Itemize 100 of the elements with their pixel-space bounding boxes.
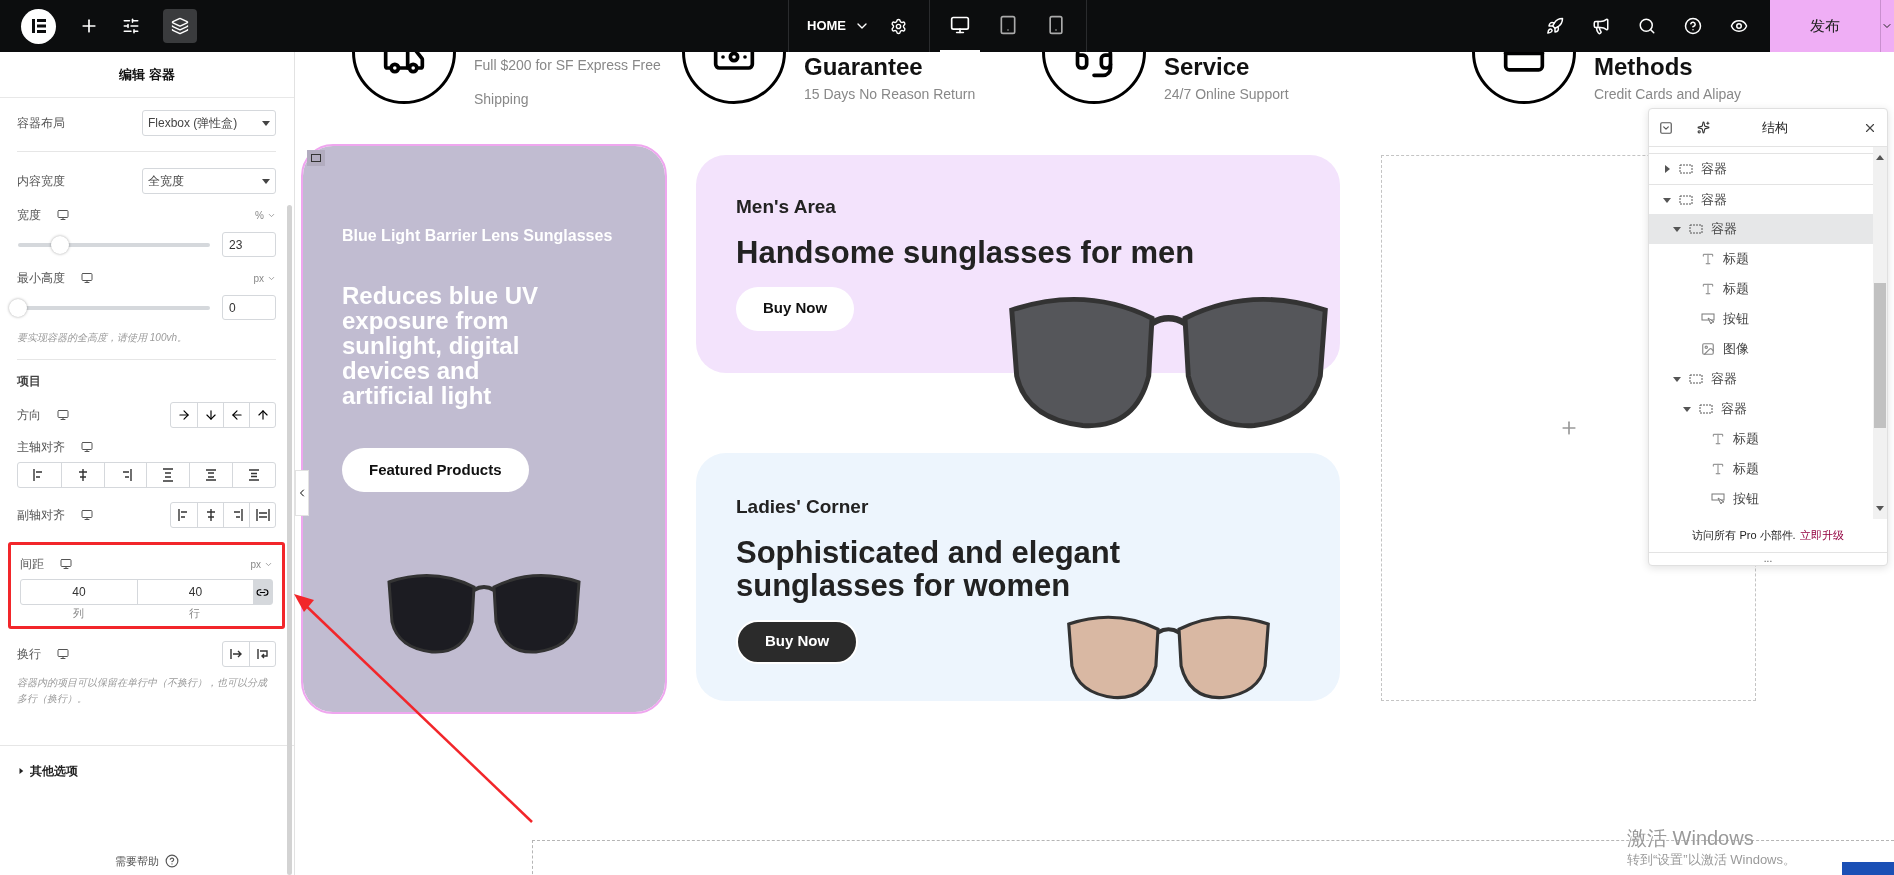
feature-text: Credit Cards and Alipay bbox=[1594, 85, 1742, 104]
hint-text: 容器内的项目可以保留在单行中（不换行），也可以分成多行（换行）。 bbox=[17, 675, 269, 706]
scroll-up-icon[interactable] bbox=[1876, 155, 1884, 160]
unit-selector[interactable]: % bbox=[255, 207, 264, 223]
publish-button[interactable]: 发布 bbox=[1770, 0, 1880, 52]
image-widget-icon bbox=[1701, 342, 1715, 356]
activation-text: 转到“设置”以激活 Windows。 bbox=[1627, 851, 1796, 869]
heading-icon bbox=[1711, 462, 1725, 476]
structure-item[interactable]: 容器 bbox=[1649, 154, 1873, 184]
card-title: Sophisticated and elegant sunglasses for women bbox=[736, 535, 1122, 602]
caret-icon[interactable] bbox=[1663, 195, 1671, 204]
structure-item[interactable]: 按钮 bbox=[1649, 304, 1873, 334]
settings-icon[interactable] bbox=[890, 17, 907, 35]
wrap-icon bbox=[229, 646, 243, 661]
rocket-icon[interactable] bbox=[1546, 17, 1564, 35]
footer-text: 访问所有 Pro 小部件. bbox=[1692, 528, 1796, 544]
sparkle-icon[interactable] bbox=[1697, 121, 1710, 134]
preview-eye-icon[interactable] bbox=[1730, 17, 1748, 35]
heading-icon bbox=[1701, 252, 1715, 266]
layers-icon[interactable] bbox=[163, 9, 197, 43]
structure-item[interactable]: 容器 bbox=[1649, 364, 1873, 394]
buy-now-button[interactable]: Buy Now bbox=[736, 286, 855, 331]
scrollbar[interactable] bbox=[287, 205, 292, 875]
field-caption: 列 bbox=[72, 606, 84, 621]
settings-sliders-icon[interactable] bbox=[122, 17, 140, 35]
caret-icon[interactable] bbox=[1683, 405, 1691, 413]
alignment-icon bbox=[255, 508, 270, 522]
structure-item[interactable]: 按钮 bbox=[1649, 484, 1873, 514]
card-title: Handsome sunglasses for men bbox=[736, 235, 1196, 269]
phone-icon bbox=[1046, 15, 1066, 35]
hint-text: 要实现容器的全高度，请使用 100vh。 bbox=[17, 331, 189, 345]
card-subtitle: Ladies' Corner bbox=[736, 495, 870, 519]
dropdown-icon[interactable] bbox=[1659, 120, 1673, 135]
responsive-icon[interactable] bbox=[57, 209, 69, 221]
section-toggle[interactable]: 其他选项 bbox=[18, 761, 78, 780]
caret-icon bbox=[18, 766, 24, 775]
field-label: 最小高度 bbox=[17, 270, 65, 287]
structure-item[interactable]: 标题 bbox=[1649, 274, 1873, 304]
responsive-icon[interactable] bbox=[81, 272, 93, 284]
buy-now-button[interactable]: Buy Now bbox=[736, 619, 859, 664]
section-heading: 项目 bbox=[17, 373, 42, 390]
slider-thumb[interactable] bbox=[51, 235, 70, 254]
structure-item[interactable]: 图像 bbox=[1649, 334, 1873, 364]
more-handle[interactable]: ... bbox=[1763, 553, 1773, 565]
field-label: 间距 bbox=[20, 556, 44, 573]
scrollbar[interactable] bbox=[1873, 147, 1887, 519]
dropdown-arrow-icon[interactable] bbox=[262, 178, 270, 184]
responsive-icon[interactable] bbox=[57, 409, 69, 421]
promo-card[interactable]: Blue Light Barrier Lens Sunglasses Reduces blue UV exposure from sunlight, digital devices and artificial light Featured Products bbox=[303, 146, 665, 712]
responsive-icon[interactable] bbox=[81, 509, 93, 521]
upgrade-link[interactable]: 立即升级 bbox=[1799, 527, 1844, 544]
slider-track[interactable] bbox=[9, 298, 210, 317]
megaphone-icon[interactable] bbox=[1592, 17, 1610, 35]
container-handle[interactable] bbox=[307, 150, 325, 166]
unit-selector[interactable]: px bbox=[253, 270, 264, 286]
slider-thumb[interactable] bbox=[9, 298, 27, 317]
field-label: 副轴对齐 bbox=[17, 507, 65, 524]
heading-icon bbox=[1701, 282, 1715, 296]
page-menu[interactable]: HOME bbox=[789, 16, 846, 36]
tablet-icon bbox=[998, 15, 1018, 35]
structure-item[interactable]: 容器 bbox=[1649, 394, 1873, 424]
structure-item[interactable]: 容器 bbox=[1649, 214, 1873, 244]
search-icon[interactable] bbox=[1638, 17, 1656, 35]
desktop-icon bbox=[950, 15, 970, 35]
arrow-icon bbox=[177, 408, 191, 422]
feature-title: Service bbox=[1164, 52, 1251, 82]
feature-text: 24/7 Online Support bbox=[1164, 85, 1289, 104]
dropdown-arrow-icon[interactable] bbox=[262, 120, 270, 126]
container-icon bbox=[1689, 374, 1703, 384]
caret-icon[interactable] bbox=[1663, 165, 1671, 173]
help-link[interactable]: 需要帮助 bbox=[115, 852, 159, 869]
structure-item[interactable]: 标题 bbox=[1649, 244, 1873, 274]
structure-item[interactable]: 标题 bbox=[1649, 424, 1873, 454]
wrap-icon bbox=[255, 646, 270, 661]
responsive-icon[interactable] bbox=[81, 441, 93, 453]
field-label: 主轴对齐 bbox=[17, 439, 65, 456]
number-field[interactable]: 23 bbox=[222, 232, 276, 257]
button-widget-icon bbox=[1701, 313, 1715, 325]
caret-icon[interactable] bbox=[1673, 225, 1681, 233]
unit-selector[interactable]: px bbox=[250, 556, 261, 572]
collapse-handle[interactable] bbox=[295, 470, 309, 516]
help-icon[interactable] bbox=[165, 853, 179, 868]
structure-item[interactable]: 标题 bbox=[1649, 454, 1873, 484]
responsive-icon[interactable] bbox=[60, 558, 72, 570]
alignment-icon bbox=[204, 468, 219, 482]
heading-icon bbox=[1711, 432, 1725, 446]
feature-text: Full $200 for SF Express Free Shipping bbox=[474, 56, 662, 109]
panel-title: 编辑 容器 bbox=[0, 52, 294, 98]
structure-title: 结构 bbox=[1762, 118, 1788, 137]
featured-products-button[interactable]: Featured Products bbox=[342, 448, 529, 492]
responsive-icon[interactable] bbox=[57, 647, 69, 660]
logo-icon[interactable] bbox=[21, 8, 56, 44]
scroll-down-icon[interactable] bbox=[1876, 506, 1884, 511]
container-icon bbox=[1699, 404, 1713, 414]
number-field[interactable]: 0 bbox=[222, 295, 276, 320]
field-label: 内容宽度 bbox=[17, 173, 65, 190]
container-icon bbox=[1679, 164, 1693, 174]
arrow-icon bbox=[229, 408, 244, 422]
feature-text: 15 Days No Reason Return bbox=[804, 85, 976, 104]
caret-icon[interactable] bbox=[1673, 375, 1681, 383]
